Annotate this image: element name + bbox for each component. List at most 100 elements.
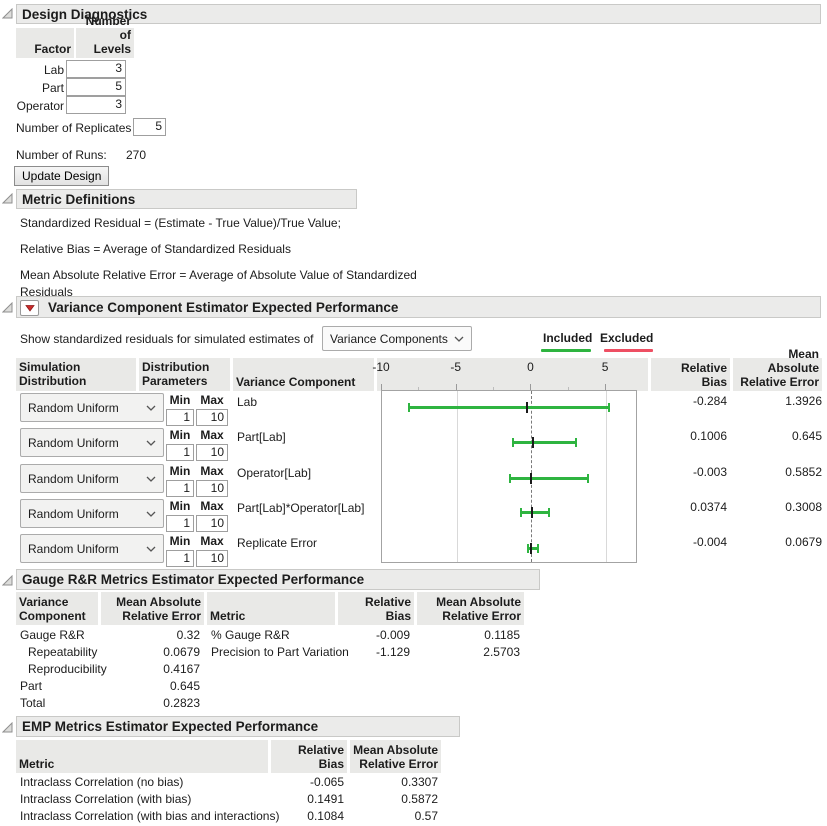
max-input[interactable]: 10 <box>196 444 228 461</box>
gridline <box>457 391 458 562</box>
variance-component-label: Part[Lab]*Operator[Lab] <box>237 501 364 515</box>
emp-bias: 0.1084 <box>274 809 344 823</box>
gauge-component: Part <box>20 679 42 693</box>
max-input[interactable]: 10 <box>196 480 228 497</box>
max-label: Max <box>196 499 228 513</box>
col-header-mean-absolute-relative-error: Mean AbsoluteRelative Error <box>350 740 441 773</box>
relative-bias-value: 0.0374 <box>650 500 727 514</box>
distribution-dropdown[interactable]: Random Uniform <box>20 428 164 457</box>
disclosure-icon[interactable] <box>2 6 14 18</box>
factor-row-label: Operator <box>4 99 64 113</box>
emp-mare: 0.3307 <box>358 775 438 789</box>
chevron-down-icon <box>146 511 156 517</box>
distribution-dropdown[interactable]: Random Uniform <box>20 499 164 528</box>
max-input[interactable]: 10 <box>196 550 228 567</box>
disclosure-icon[interactable] <box>2 191 14 203</box>
gauge-bias: -0.009 <box>340 628 410 642</box>
interval-center-tick <box>532 437 534 448</box>
replicates-label: Number of Replicates <box>16 121 131 135</box>
disclosure-icon[interactable] <box>2 573 14 585</box>
gauge-component: Gauge R&R <box>20 628 85 642</box>
metric-definition-line: Standardized Residual = (Estimate - True… <box>20 215 450 232</box>
legend-included-swatch <box>541 349 591 352</box>
mare-value: 0.0679 <box>742 535 822 549</box>
interval-plot-frame <box>381 390 637 563</box>
chevron-down-icon <box>146 546 156 552</box>
mare-value: 0.3008 <box>742 500 822 514</box>
show-residuals-label: Show standardized residuals for simulate… <box>20 332 313 346</box>
chevron-down-icon <box>454 336 464 342</box>
gauge-mare: 0.4167 <box>121 662 200 676</box>
variance-component-label: Part[Lab] <box>237 430 286 444</box>
axis-tick-label: -5 <box>439 360 473 374</box>
variance-component-label: Operator[Lab] <box>237 466 311 480</box>
gridline <box>606 391 607 562</box>
axis-tick-label: 5 <box>588 360 622 374</box>
levels-input-operator[interactable]: 3 <box>66 96 126 114</box>
min-input[interactable]: 1 <box>166 409 194 426</box>
section-title-design-diagnostics[interactable]: Design Diagnostics <box>16 4 821 24</box>
gauge-component: Repeatability <box>28 645 97 659</box>
max-input[interactable]: 10 <box>196 515 228 532</box>
section-title-variance-performance[interactable]: Variance Component Estimator Expected Pe… <box>16 296 821 318</box>
interval-center-tick <box>530 473 532 484</box>
relative-bias-value: 0.1006 <box>650 429 727 443</box>
col-header-relative-bias: Relative Bias <box>271 740 347 773</box>
relative-bias-value: -0.004 <box>650 535 727 549</box>
interval-center-tick <box>530 543 532 554</box>
gauge-metric: % Gauge R&R <box>211 628 290 642</box>
legend-included-label: Included <box>543 331 592 345</box>
levels-column-header: Number of Levels <box>76 28 134 58</box>
interval-cap <box>575 438 577 447</box>
col-header-mean-absolute-relative-error: Mean AbsoluteRelative Error <box>101 592 204 625</box>
legend-excluded-swatch <box>604 349 653 352</box>
levels-input-part[interactable]: 5 <box>66 78 126 96</box>
design-diagnostics-panel: Design Diagnostics Factor Number of Leve… <box>0 0 827 826</box>
disclosure-icon[interactable] <box>2 720 14 732</box>
col-header-variance-component: VarianceComponent <box>16 592 98 625</box>
gauge-component: Total <box>20 696 45 710</box>
emp-metric: Intraclass Correlation (with bias) <box>20 792 191 806</box>
max-input[interactable]: 10 <box>196 409 228 426</box>
section-title-metric-definitions[interactable]: Metric Definitions <box>16 189 357 209</box>
col-header-metric: Metric <box>16 740 268 773</box>
runs-label: Number of Runs: <box>16 148 107 162</box>
section-title-emp-metrics[interactable]: EMP Metrics Estimator Expected Performan… <box>16 716 460 737</box>
min-input[interactable]: 1 <box>166 550 194 567</box>
levels-input-lab[interactable]: 3 <box>66 60 126 78</box>
distribution-dropdown[interactable]: Random Uniform <box>20 464 164 493</box>
red-triangle-menu-icon[interactable] <box>20 300 39 316</box>
emp-bias: 0.1491 <box>274 792 344 806</box>
mare-value: 1.3926 <box>742 394 822 408</box>
col-header-mean-absolute-relative-error: Mean AbsoluteRelative Error <box>733 358 822 391</box>
disclosure-icon[interactable] <box>2 300 14 312</box>
gauge-mare: 2.5703 <box>440 645 520 659</box>
distribution-dropdown[interactable]: Random Uniform <box>20 393 164 422</box>
distribution-dropdown[interactable]: Random Uniform <box>20 534 164 563</box>
col-header-relative-bias: Relative Bias <box>651 358 730 391</box>
relative-bias-value: -0.003 <box>650 465 727 479</box>
min-input[interactable]: 1 <box>166 444 194 461</box>
interval-cap <box>548 508 550 517</box>
axis-tick-label: -10 <box>364 360 398 374</box>
interval-center-tick <box>526 402 528 413</box>
gauge-mare: 0.2823 <box>121 696 200 710</box>
x-axis: -10-505 <box>381 359 637 390</box>
update-design-button[interactable]: Update Design <box>14 166 109 186</box>
mare-value: 0.645 <box>742 429 822 443</box>
col-header-mean-absolute-relative-error: Mean AbsoluteRelative Error <box>417 592 524 625</box>
estimates-dropdown[interactable]: Variance Components <box>322 326 472 351</box>
min-input[interactable]: 1 <box>166 480 194 497</box>
gauge-mare: 0.1185 <box>440 628 520 642</box>
chevron-down-icon <box>146 405 156 411</box>
min-input[interactable]: 1 <box>166 515 194 532</box>
section-title-gauge-rr[interactable]: Gauge R&R Metrics Estimator Expected Per… <box>16 569 540 590</box>
replicates-input[interactable]: 5 <box>133 118 166 136</box>
gauge-bias: -1.129 <box>340 645 410 659</box>
max-label: Max <box>196 393 228 407</box>
emp-metric: Intraclass Correlation (with bias and in… <box>20 809 279 823</box>
max-label: Max <box>196 464 228 478</box>
emp-mare: 0.5872 <box>358 792 438 806</box>
mare-value: 0.5852 <box>742 465 822 479</box>
interval-cap <box>608 403 610 412</box>
